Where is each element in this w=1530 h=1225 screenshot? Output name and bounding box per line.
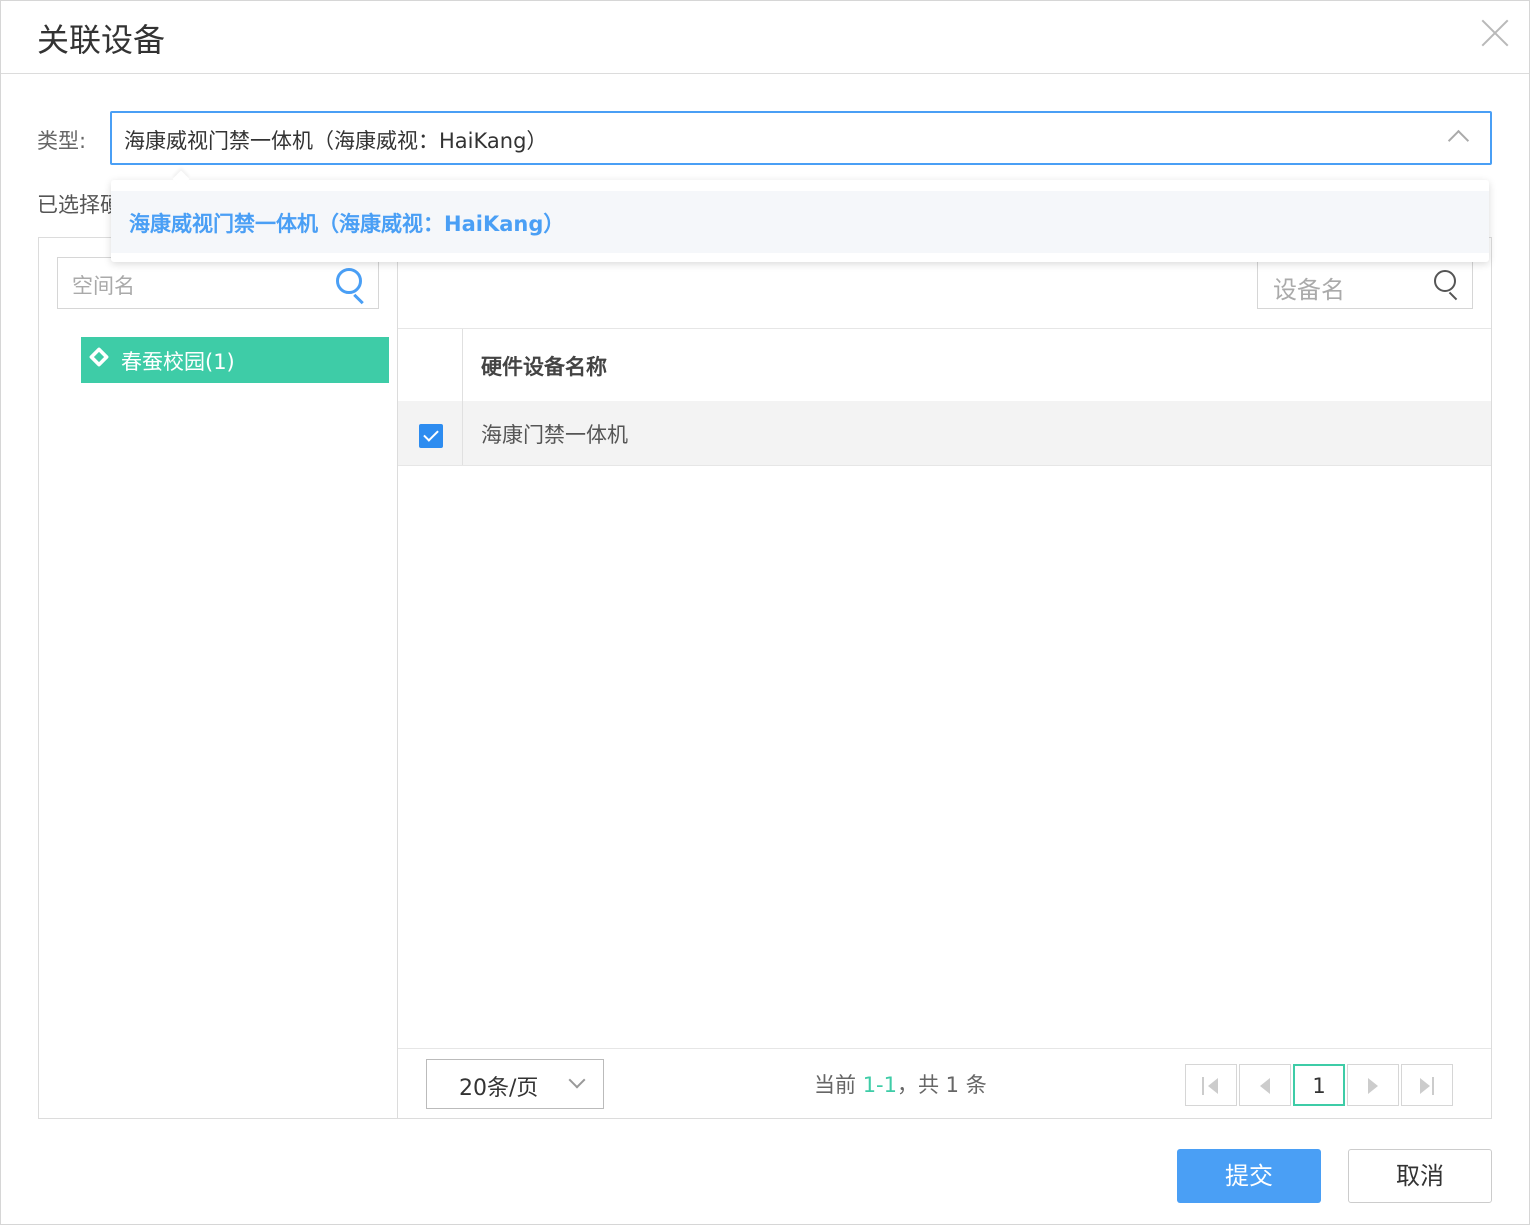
bar-icon bbox=[1432, 1077, 1434, 1095]
search-icon[interactable] bbox=[1434, 270, 1456, 292]
type-option-label: 海康威视门禁一体机（海康威视：HaiKang） bbox=[129, 212, 565, 236]
search-icon[interactable] bbox=[336, 268, 362, 294]
associate-device-dialog: 关联设备 类型: 海康威视门禁一体机（海康威视：HaiKang） 已选择硬 空间… bbox=[0, 0, 1530, 1225]
row-checkbox[interactable] bbox=[419, 424, 443, 448]
submit-button[interactable]: 提交 bbox=[1177, 1149, 1321, 1203]
pagination-info: 当前 1-1，共 1 条 bbox=[814, 1069, 987, 1099]
cancel-button[interactable]: 取消 bbox=[1348, 1149, 1492, 1203]
column-header-device-name: 硬件设备名称 bbox=[481, 355, 607, 379]
column-divider bbox=[462, 329, 463, 401]
prev-page-icon bbox=[1260, 1078, 1270, 1094]
tree-node-label: 春蚕校园(1) bbox=[121, 350, 235, 374]
tree-node-chuncan-campus[interactable]: 春蚕校园(1) bbox=[81, 337, 389, 383]
pagination-range: 1-1 bbox=[862, 1073, 897, 1097]
device-search-input[interactable]: 设备名 bbox=[1257, 257, 1473, 309]
dialog-title: 关联设备 bbox=[37, 21, 166, 59]
space-search-placeholder: 空间名 bbox=[72, 274, 135, 298]
space-search-input[interactable]: 空间名 bbox=[57, 257, 379, 309]
page-size-value: 20条/页 bbox=[459, 1076, 539, 1101]
table-header: 硬件设备名称 bbox=[398, 328, 1491, 402]
last-page-icon bbox=[1420, 1078, 1430, 1094]
close-icon[interactable] bbox=[1477, 15, 1513, 51]
type-select[interactable]: 海康威视门禁一体机（海康威视：HaiKang） bbox=[110, 111, 1492, 165]
type-option-hikvision[interactable]: 海康威视门禁一体机（海康威视：HaiKang） bbox=[111, 191, 1489, 253]
chevron-down-icon bbox=[568, 1071, 586, 1089]
first-page-icon bbox=[1208, 1078, 1218, 1094]
bar-icon bbox=[1202, 1077, 1204, 1095]
page-size-select[interactable]: 20条/页 bbox=[426, 1059, 604, 1109]
chevron-up-icon bbox=[1447, 129, 1470, 152]
type-label: 类型: bbox=[37, 129, 87, 153]
device-list-pane: 设备名 硬件设备名称 海康门禁一体机 20条/页 当前 1-1，共 1 条 1 bbox=[398, 238, 1491, 1118]
pagination: 20条/页 当前 1-1，共 1 条 1 bbox=[398, 1048, 1491, 1119]
first-page-button[interactable] bbox=[1185, 1064, 1237, 1106]
next-page-button[interactable] bbox=[1347, 1064, 1399, 1106]
column-divider bbox=[462, 401, 463, 465]
selected-label: 已选择硬 bbox=[37, 193, 121, 217]
device-name-cell: 海康门禁一体机 bbox=[481, 423, 628, 447]
pagination-info-prefix: 当前 bbox=[814, 1073, 863, 1097]
current-page-number: 1 bbox=[1312, 1074, 1326, 1098]
dialog-header: 关联设备 bbox=[1, 1, 1529, 74]
last-page-button[interactable] bbox=[1401, 1064, 1453, 1106]
prev-page-button[interactable] bbox=[1239, 1064, 1291, 1106]
pagination-info-suffix: ，共 1 条 bbox=[897, 1073, 987, 1097]
selection-panel: 空间名 春蚕校园(1) 设备名 硬件设备名称 海康门禁一体机 20条/页 当前 … bbox=[38, 237, 1492, 1119]
type-select-value: 海康威视门禁一体机（海康威视：HaiKang） bbox=[124, 129, 548, 153]
type-dropdown-menu: 海康威视门禁一体机（海康威视：HaiKang） bbox=[111, 180, 1489, 262]
table-row[interactable]: 海康门禁一体机 bbox=[398, 401, 1491, 466]
device-search-placeholder: 设备名 bbox=[1273, 276, 1345, 304]
cube-icon bbox=[88, 346, 110, 368]
next-page-icon bbox=[1368, 1078, 1378, 1094]
space-tree-pane: 空间名 春蚕校园(1) bbox=[39, 238, 398, 1118]
page-number-button[interactable]: 1 bbox=[1293, 1064, 1345, 1106]
